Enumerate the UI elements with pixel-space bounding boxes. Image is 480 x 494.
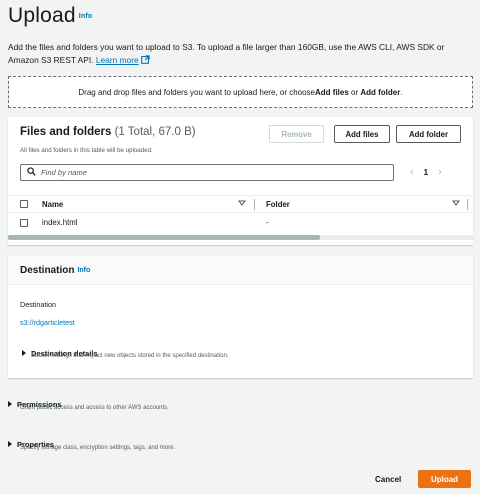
dropzone-or: or bbox=[348, 87, 361, 97]
table-header: Name Folder bbox=[8, 195, 473, 213]
add-folder-button[interactable]: Add folder bbox=[396, 125, 461, 143]
files-count: (1 Total, 67.0 B) bbox=[114, 126, 196, 138]
cancel-button[interactable]: Cancel bbox=[375, 475, 401, 484]
destination-title: Destination Info bbox=[20, 265, 90, 276]
prev-page-button[interactable]: ‹ bbox=[410, 166, 414, 178]
pagination: ‹ 1 › bbox=[410, 166, 442, 178]
files-panel-title: Files and folders (1 Total, 67.0 B) bbox=[20, 126, 196, 138]
properties-sub: Specify storage class, encryption settin… bbox=[20, 445, 176, 451]
select-all-checkbox[interactable] bbox=[20, 200, 28, 208]
scrollbar-thumb[interactable] bbox=[8, 235, 320, 240]
row-checkbox[interactable] bbox=[20, 219, 28, 227]
drop-zone[interactable]: Drag and drop files and folders you want… bbox=[8, 76, 473, 108]
files-panel-title-text: Files and folders bbox=[20, 126, 112, 138]
description-text: Add the files and folders you want to up… bbox=[8, 42, 445, 65]
expand-caret-icon bbox=[8, 441, 12, 447]
next-page-button[interactable]: › bbox=[438, 166, 442, 178]
expand-caret-icon bbox=[22, 350, 26, 356]
row-folder: - bbox=[266, 218, 269, 227]
search-input[interactable]: Find by name bbox=[20, 164, 394, 181]
dropzone-add-folder: Add folder bbox=[360, 87, 401, 97]
column-header-name[interactable]: Name bbox=[42, 200, 63, 209]
dropzone-add-files: Add files bbox=[315, 87, 349, 97]
expand-caret-icon bbox=[8, 401, 12, 407]
page-title-text: Upload bbox=[8, 4, 76, 27]
permissions-sub: Grant public access and access to other … bbox=[20, 405, 169, 411]
destination-info-link[interactable]: Info bbox=[77, 267, 90, 274]
upload-button[interactable]: Upload bbox=[418, 470, 471, 488]
sort-caret-icon[interactable] bbox=[238, 199, 246, 209]
destination-link[interactable]: s3://rdgarticletest bbox=[20, 318, 75, 327]
row-name: index.html bbox=[42, 218, 78, 227]
column-header-folder[interactable]: Folder bbox=[266, 200, 290, 209]
page-description: Add the files and folders you want to up… bbox=[8, 41, 473, 68]
add-files-button[interactable]: Add files bbox=[334, 125, 390, 143]
table-row: index.html - bbox=[8, 215, 473, 231]
column-divider[interactable] bbox=[467, 199, 468, 210]
column-divider[interactable] bbox=[254, 199, 255, 210]
search-icon bbox=[27, 167, 41, 178]
info-link[interactable]: Info bbox=[79, 13, 93, 20]
destination-panel: Destination Info Destination s3://rdgarti… bbox=[8, 256, 473, 378]
learn-more-link[interactable]: Learn more bbox=[96, 55, 139, 65]
files-panel-subtitle: All files and folders in this table will… bbox=[20, 147, 153, 154]
page-title: Upload Info bbox=[8, 4, 92, 28]
dropzone-end: . bbox=[400, 87, 403, 97]
remove-button[interactable]: Remove bbox=[269, 125, 324, 143]
dropzone-text: Drag and drop files and folders you want… bbox=[78, 87, 315, 97]
sort-caret-icon[interactable] bbox=[452, 199, 460, 209]
search-placeholder: Find by name bbox=[41, 168, 88, 177]
destination-title-text: Destination bbox=[20, 265, 75, 276]
learn-more-label: Learn more bbox=[95, 55, 139, 65]
files-and-folders-panel: Files and folders (1 Total, 67.0 B) All … bbox=[8, 117, 473, 245]
destination-details-sub: Bucket settings that impact new objects … bbox=[31, 353, 229, 359]
current-page[interactable]: 1 bbox=[424, 168, 428, 177]
destination-label: Destination bbox=[20, 300, 56, 309]
external-link-icon bbox=[140, 55, 150, 68]
